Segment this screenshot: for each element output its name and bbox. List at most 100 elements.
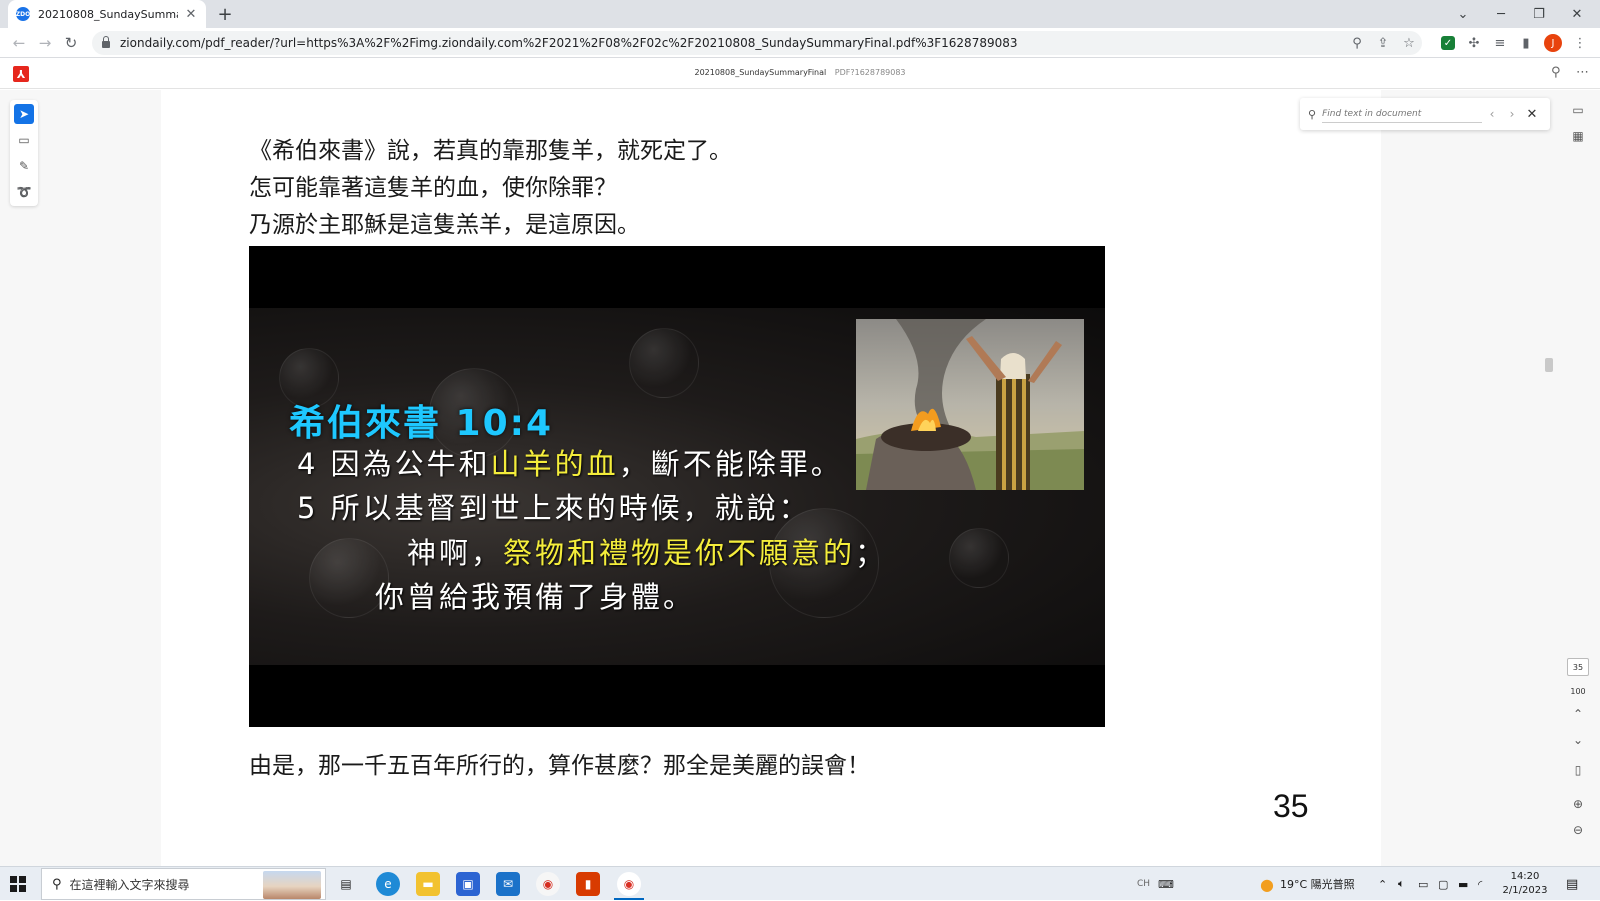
chrome-alt-icon[interactable]: ◉ [536,872,560,896]
pdf-search-icon[interactable]: ⚲ [1551,65,1561,80]
weather-widget[interactable]: ● 19°C 陽光普照 [1260,867,1355,901]
display-icon[interactable]: ▢ [1438,867,1448,901]
url-text[interactable]: ziondaily.com/pdf_reader/?url=https%3A%2… [120,36,1344,50]
mail-icon[interactable]: ✉ [496,872,520,896]
clock-time: 14:20 [1510,871,1540,882]
reload-icon[interactable]: ↻ [60,32,82,54]
weather-sun-icon: ● [1260,874,1274,894]
slide-heading: 希伯來書 10:4 [289,403,554,444]
search-highlight-image [263,871,321,899]
zoom-level: 100 [1570,687,1586,696]
verse-4-prefix: 4 因為公牛和 [297,447,491,481]
office-icon[interactable]: ▮ [576,872,600,896]
pdf-viewer[interactable]: ➤ ▭ ✎ ➰ 《希伯來書》說，若真的靠那隻羊，就死定了。 怎可能靠著這隻羊的血… [0,90,1600,866]
extension-check-icon[interactable]: ✓ [1441,36,1455,50]
verse-5-line-3: 你曾給我預備了身體。 [375,580,696,614]
edge-icon[interactable]: e [376,872,400,896]
thumbnails-icon[interactable]: ▦ [1568,126,1588,146]
verse-5-line-2-highlight: 祭物和禮物是你不願意的 [503,536,856,570]
select-tool-icon[interactable]: ➤ [14,104,34,124]
slide-background: 希伯來書 10:4 4 因為公牛和山羊的血，斷不能除罪。 5 所以基督到世上來的… [249,308,1105,665]
taskbar-clock[interactable]: 14:20 2/1/2023 [1495,870,1555,898]
profile-avatar[interactable]: J [1544,34,1562,52]
find-next-icon[interactable]: › [1502,107,1522,121]
page-number: 35 [1273,788,1309,824]
close-window-button[interactable]: ✕ [1558,0,1596,28]
browser-tabstrip: ZDO 20210808_SundaySummaryFin ✕ + ⌄ ─ ❐ … [0,0,1600,28]
page-number-box[interactable]: 35 [1567,658,1589,676]
offering-painting-svg [856,319,1084,490]
bubble-decoration [949,528,1009,588]
offering-painting [856,319,1084,490]
taskbar-search-box[interactable]: ⚲ 在這裡輸入文字來搜尋 [41,868,326,900]
tab-title: 20210808_SundaySummaryFin [38,7,178,21]
pdf-more-icon[interactable]: ⋯ [1576,65,1589,80]
address-bar[interactable]: ziondaily.com/pdf_reader/?url=https%3A%2… [92,31,1422,55]
pdf-file-name: 20210808_SundaySummaryFinal [694,68,827,77]
verse-4: 4 因為公牛和山羊的血，斷不能除罪。 [297,441,843,483]
restore-button[interactable]: ❐ [1520,0,1558,28]
lock-icon[interactable] [102,36,110,48]
find-close-icon[interactable]: ✕ [1522,107,1542,122]
right-rail: ▭ ▦ 35 100 ⌃ ⌄ ▯ ⊕ ⊖ [1556,90,1600,866]
new-tab-button[interactable]: + [214,3,236,25]
verse-4-highlight: 山羊的血 [490,447,619,481]
verse-5-line-2-prefix: 神啊， [407,536,504,570]
browser-tab[interactable]: ZDO 20210808_SundaySummaryFin ✕ [8,0,206,28]
find-prev-icon[interactable]: ‹ [1482,107,1502,121]
battery-icon[interactable]: ▬ [1458,867,1468,901]
pdf-file-meta: PDF?1628789083 [834,68,906,77]
zoom-in-icon[interactable]: ⊕ [1568,794,1588,814]
tray-chevron-icon[interactable]: ⌃ [1378,867,1387,901]
back-icon[interactable]: ← [8,32,30,54]
puzzle-icon[interactable]: ✣ [1464,33,1484,53]
zoom-out-icon[interactable]: ⊖ [1568,820,1588,840]
draw-tool-icon[interactable]: ✎ [14,156,34,176]
browser-toolbar: ← → ↻ ziondaily.com/pdf_reader/?url=http… [0,28,1600,58]
taskbar-search-icon: ⚲ [52,876,62,892]
weather-text: 19°C 陽光普照 [1279,878,1355,891]
tab-close-icon[interactable]: ✕ [184,7,198,22]
verse-5-line-2: 神啊，祭物和禮物是你不願意的； [407,530,887,572]
annotation-toolbar: ➤ ▭ ✎ ➰ [10,100,38,206]
document-text-line: 由是，那一千五百年所行的，算作甚麼？那全是美麗的誤會！ [249,753,870,779]
meet-icon[interactable]: ▭ [1418,867,1428,901]
media-icon[interactable]: ≡ [1490,33,1510,53]
keyboard-icon[interactable]: ⌨ [1158,867,1174,901]
task-view-icon[interactable]: ▤ [334,872,358,896]
page-down-icon[interactable]: ⌄ [1568,730,1588,750]
comment-tool-icon[interactable]: ▭ [14,130,34,150]
tab-search-chevron-icon[interactable]: ⌄ [1444,0,1482,28]
wifi-icon[interactable]: ◜ [1478,867,1482,901]
ime-indicator[interactable]: CH [1137,867,1150,901]
pdf-page: 《希伯來書》說，若真的靠那隻羊，就死定了。 怎可能靠著這隻羊的血，使你除罪？ 乃… [161,90,1381,866]
find-input[interactable] [1322,105,1482,123]
fit-page-icon[interactable]: ▯ [1568,760,1588,780]
windows-start-icon[interactable] [10,876,26,892]
sidepanel-icon[interactable]: ▮ [1516,33,1536,53]
star-icon[interactable]: ☆ [1396,36,1422,51]
share-icon[interactable]: ⇪ [1370,36,1396,51]
site-favicon-icon: ZDO [16,7,30,21]
chrome-icon[interactable]: ◉ [617,872,641,896]
page-up-icon[interactable]: ⌃ [1568,704,1588,724]
forward-icon[interactable]: → [34,32,56,54]
zoom-icon[interactable]: ⚲ [1344,36,1370,51]
file-explorer-icon[interactable]: ▬ [416,872,440,896]
store-icon[interactable]: ▣ [456,872,480,896]
taskbar-search-placeholder: 在這裡輸入文字來搜尋 [69,877,190,892]
document-text-line: 乃源於主耶穌是這隻羔羊，是這原因。 [249,212,640,238]
clock-date: 2/1/2023 [1502,885,1548,896]
minimize-button[interactable]: ─ [1482,0,1520,28]
volume-icon[interactable]: 🔈︎ [1398,867,1405,901]
lasso-tool-icon[interactable]: ➰ [14,182,34,202]
notification-icon[interactable]: ▤ [1566,867,1578,901]
scrollbar-thumb[interactable] [1545,358,1553,372]
verse-5-line-2-suffix: ； [855,536,888,570]
find-search-icon: ⚲ [1308,107,1317,121]
verse-4-suffix: ，斷不能除罪。 [618,447,843,481]
comments-panel-icon[interactable]: ▭ [1568,100,1588,120]
document-text-line: 怎可能靠著這隻羊的血，使你除罪？ [249,175,617,201]
menu-dots-icon[interactable]: ⋮ [1570,33,1590,53]
windows-taskbar: ⚲ 在這裡輸入文字來搜尋 ▤ e ▬ ▣ ✉ ◉ ▮ ◉ CH ⌨ ● 19°C… [0,866,1600,900]
